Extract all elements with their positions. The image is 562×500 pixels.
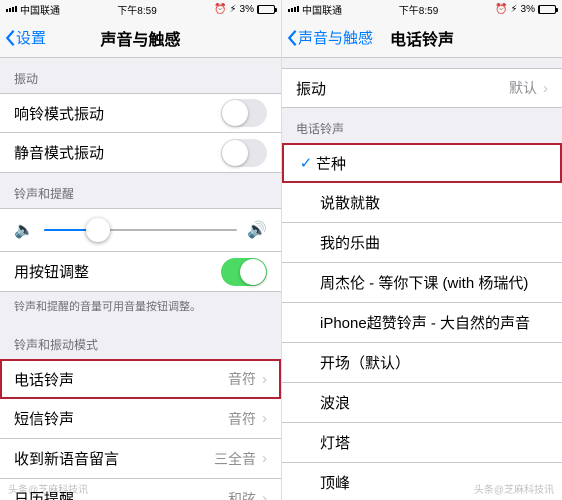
ringtone-list: ✓芒种说散就散我的乐曲周杰伦 - 等你下课 (with 杨瑞代) iPhone超赞… (282, 143, 562, 500)
battery-icon (538, 5, 556, 14)
row-silent-vibrate[interactable]: 静音模式振动 (0, 133, 281, 173)
time-label: 下午8:59 (399, 2, 438, 17)
right-screenshot: 中国联通 下午8:59 ⏰ ⚡︎ 3% 声音与触感 电话铃声 振动 默认 › 电… (281, 0, 562, 500)
ringtone-label: 周杰伦 - 等你下课 (with 杨瑞代) (320, 272, 548, 293)
section-header-ringer: 铃声和提醒 (0, 173, 281, 208)
ringtone-item[interactable]: 波浪 (282, 383, 562, 423)
footnote: 铃声和提醒的音量可用音量按钮调整。 (0, 292, 281, 324)
row-change-with-buttons[interactable]: 用按钮调整 (0, 252, 281, 292)
toggle-ring-vibrate[interactable] (221, 99, 267, 127)
back-button[interactable]: 声音与触感 (282, 27, 373, 48)
status-bar: 中国联通 下午8:59 ⏰ ⚡︎ 3% (282, 0, 562, 18)
volume-slider[interactable] (44, 229, 237, 231)
section-header-pattern: 铃声和振动模式 (0, 324, 281, 359)
chevron-right-icon: › (262, 490, 267, 500)
chevron-right-icon: › (543, 80, 548, 97)
alarm-icon: ⏰ (214, 4, 226, 15)
speaker-low-icon: 🔈 (14, 220, 34, 240)
chevron-left-icon (286, 29, 298, 47)
battery-percent: 3% (521, 4, 535, 15)
ringtone-label: 我的乐曲 (320, 232, 548, 253)
ringtone-item[interactable]: 开场（默认） (282, 343, 562, 383)
ringtone-label: 开场（默认） (320, 352, 548, 373)
chevron-right-icon: › (262, 371, 267, 388)
speaker-high-icon: 🔊 (247, 220, 267, 240)
chevron-left-icon (4, 29, 16, 47)
ringtone-label: 说散就散 (320, 192, 548, 213)
battery-percent: 3% (240, 4, 254, 15)
nav-bar: 声音与触感 电话铃声 (282, 18, 562, 58)
battery-icon (257, 5, 275, 14)
back-button[interactable]: 设置 (0, 27, 46, 48)
ringtone-item[interactable]: 我的乐曲 (282, 223, 562, 263)
ringtone-label: iPhone超赞铃声 - 大自然的声音 (320, 312, 548, 333)
carrier-label: 中国联通 (302, 2, 342, 17)
row-texttone[interactable]: 短信铃声 音符 › (0, 399, 281, 439)
row-vibration[interactable]: 振动 默认 › (282, 68, 562, 108)
checkmark-icon: ✓ (296, 154, 316, 172)
alarm-icon: ⏰ (495, 4, 507, 15)
status-bar: 中国联通 下午8:59 ⏰ ⚡︎ 3% (0, 0, 281, 18)
ringtone-item[interactable]: iPhone超赞铃声 - 大自然的声音 (282, 303, 562, 343)
ringtone-label: 芒种 (316, 153, 548, 174)
ringtone-label: 波浪 (320, 392, 548, 413)
carrier-label: 中国联通 (20, 2, 60, 17)
toggle-silent-vibrate[interactable] (221, 139, 267, 167)
toggle-change-with-buttons[interactable] (221, 258, 267, 286)
watermark: 头条@芝麻科技讯 (8, 481, 88, 496)
watermark: 头条@芝麻科技讯 (474, 481, 554, 496)
ringtone-label: 灯塔 (320, 432, 548, 453)
left-screenshot: 中国联通 下午8:59 ⏰ ⚡︎ 3% 设置 声音与触感 振动 响铃模式振动 静… (0, 0, 281, 500)
ringtone-item[interactable]: 灯塔 (282, 423, 562, 463)
row-ringtone[interactable]: 电话铃声 音符 › (0, 359, 281, 399)
row-voicemail[interactable]: 收到新语音留言 三全音 › (0, 439, 281, 479)
signal-icon (288, 6, 299, 12)
ringtone-item[interactable]: 说散就散 (282, 183, 562, 223)
signal-icon (6, 6, 17, 12)
chevron-right-icon: › (262, 410, 267, 427)
volume-slider-row: 🔈 🔊 (0, 208, 281, 252)
chevron-right-icon: › (262, 450, 267, 467)
row-ring-vibrate[interactable]: 响铃模式振动 (0, 93, 281, 133)
section-header-ringtones: 电话铃声 (282, 108, 562, 143)
nav-bar: 设置 声音与触感 (0, 18, 281, 58)
ringtone-item[interactable]: ✓芒种 (282, 143, 562, 183)
section-header-vibrate: 振动 (0, 58, 281, 93)
time-label: 下午8:59 (117, 2, 156, 17)
ringtone-item[interactable]: 周杰伦 - 等你下课 (with 杨瑞代) (282, 263, 562, 303)
